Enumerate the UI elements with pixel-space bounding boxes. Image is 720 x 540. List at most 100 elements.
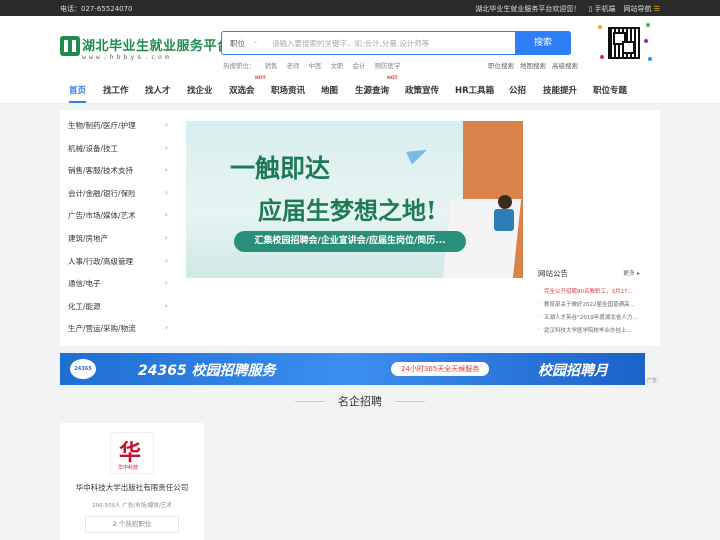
nav-job-fair-label: 双选会: [229, 86, 255, 96]
category-label: 生物/制药/医疗/护理: [68, 121, 136, 130]
nav-skills[interactable]: 技能提升: [543, 84, 577, 96]
nav-job-fair[interactable]: 双选会 HOT: [229, 76, 266, 96]
more-link[interactable]: 更多 ▸: [623, 268, 640, 277]
category-item[interactable]: 生物/制药/医疗/护理 ›: [68, 120, 168, 143]
announcements-title: 网站公告: [538, 269, 568, 278]
decor-dot: [600, 55, 604, 59]
hot-search-item[interactable]: 中医: [309, 60, 322, 70]
banner-subheadline: 应届生梦想之地!: [258, 196, 437, 225]
mobile-link-label: 手机端: [594, 5, 616, 13]
announcement-item[interactable]: 完全公开招聘90名教职工，3月27...: [538, 287, 646, 300]
main-panel: 生物/制药/医疗/护理 › 机械/设备/技工 › 销售/客服/技术支持 › 会计/金融…: [60, 110, 660, 346]
nav-find-talent[interactable]: 找人才: [145, 84, 171, 96]
job-search-link[interactable]: 职位搜索: [488, 60, 514, 70]
logo-url: www.hbbys.com: [82, 53, 172, 61]
nav-public-recruit[interactable]: 公招: [509, 84, 526, 96]
hot-search-label: 热搜职位：: [223, 62, 256, 70]
chevron-right-icon: ›: [164, 323, 168, 333]
person-illustration: [498, 195, 512, 209]
site-logo[interactable]: 湖北毕业生就业服务平台 www.hbbys.com: [60, 34, 230, 66]
chevron-right-icon: ›: [164, 278, 168, 288]
hot-search-item[interactable]: 文职: [331, 60, 344, 70]
search-input[interactable]: [272, 35, 512, 51]
ad-service-pill: 24小时365天全天候服务: [391, 362, 490, 376]
hot-badge: HOT: [387, 76, 398, 81]
mobile-link[interactable]: ▯ 手机端: [588, 4, 615, 14]
company-meta: 200-500人 广告/市场/媒体/艺术: [92, 503, 172, 509]
category-label: 机械/设备/技工: [68, 143, 119, 153]
company-card[interactable]: 华 华中科技 华中科技大学出版社有限责任公司 200-500人 广告/市场/媒体…: [60, 423, 204, 540]
site-nav-link[interactable]: 网站导航 ☰: [623, 4, 660, 14]
map-search-link[interactable]: 地图搜索: [520, 60, 546, 70]
decor-dot: [598, 25, 602, 29]
category-label: 销售/客服/技术支持: [68, 166, 134, 176]
category-item[interactable]: 人事/行政/高级管理 ›: [68, 256, 168, 279]
category-item[interactable]: 机械/设备/技工 ›: [68, 143, 168, 166]
announcement-item[interactable]: 五湖人才英谷“2019年度湖北省人力...: [538, 313, 646, 326]
category-label: 广告/市场/媒体/艺术: [68, 211, 136, 221]
building-illustration: [463, 121, 523, 278]
hero-banner[interactable]: 一触即达 应届生梦想之地! 汇集校园招聘会/企业宣讲会/应届生岗位/简历...: [186, 121, 523, 278]
chevron-right-icon: ›: [164, 255, 168, 265]
main-nav: 首页 找工作 找人才 找企业 双选会 HOT 职场资讯 地图 生源查询 HOT 政策…: [0, 76, 720, 104]
hot-badge: HOT: [255, 76, 266, 81]
hot-search: 热搜职位： 销售 老师 中医 文职 会计 预防医学: [223, 60, 401, 70]
nav-career-news[interactable]: 职场资讯: [271, 84, 305, 96]
banner-tagline: 汇集校园招聘会/企业宣讲会/应届生岗位/简历...: [234, 231, 466, 252]
ad-banner[interactable]: 24365 24365 校园招聘服务 24小时365天全天候服务 校园招聘月: [60, 353, 645, 385]
nav-find-job[interactable]: 找工作: [103, 84, 129, 96]
hot-search-item[interactable]: 销售: [265, 60, 278, 70]
company-name[interactable]: 华中科技大学出版社有限责任公司: [60, 482, 204, 493]
welcome-text: 湖北毕业生就业服务平台欢迎您！: [475, 5, 581, 13]
announcement-item[interactable]: 教育部关于做好2022届全国普通高...: [538, 300, 646, 313]
category-item[interactable]: 广告/市场/媒体/艺术 ›: [68, 210, 168, 233]
more-link-label: 更多: [623, 270, 636, 277]
category-label: 生产/营运/采购/物流: [68, 324, 136, 334]
category-item[interactable]: 生产/营运/采购/物流 ›: [68, 323, 168, 346]
phone-number: 电话：027-65524070: [60, 5, 133, 13]
chevron-right-icon: ›: [164, 120, 168, 129]
menu-icon: ☰: [651, 5, 660, 13]
hot-jobs-button[interactable]: 2 个热招职位: [85, 516, 179, 533]
category-label: 会计/金融/银行/保险: [68, 188, 136, 198]
search-links: 职位搜索 地图搜索 高级搜索: [488, 60, 578, 70]
category-item[interactable]: 通信/电子 ›: [68, 278, 168, 301]
banner-headline: 一触即达: [230, 154, 331, 183]
nav-home[interactable]: 首页: [69, 84, 87, 103]
top-bar-right: 湖北毕业生就业服务平台欢迎您！ ▯ 手机端 网站导航 ☰: [475, 4, 660, 14]
chevron-down-icon[interactable]: ⌄: [253, 38, 258, 45]
announcement-item[interactable]: 武汉科技大学医学院校毕业办挂上...: [538, 326, 646, 339]
ad-title: 24365 校园招聘服务: [138, 363, 276, 379]
nav-student-query[interactable]: 生源查询 HOT: [355, 76, 398, 96]
nav-map[interactable]: 地图: [321, 84, 338, 96]
hot-search-item[interactable]: 老师: [287, 60, 300, 70]
nav-policy[interactable]: 政策宣传: [405, 84, 439, 96]
hot-jobs-label: 个热招职位: [118, 520, 152, 528]
hot-search-item[interactable]: 会计: [353, 60, 366, 70]
chevron-right-icon: ›: [164, 142, 168, 152]
header: 湖北毕业生就业服务平台 www.hbbys.com 职位 ⌄ 搜索 热搜职位： …: [0, 16, 720, 78]
qr-code: [596, 21, 654, 65]
paper-plane-icon: [405, 143, 431, 165]
chevron-right-icon: ›: [164, 300, 168, 310]
logo-mark-icon: [60, 36, 80, 56]
category-label: 人事/行政/高级管理: [68, 256, 134, 266]
category-item[interactable]: 建筑/房地产 ›: [68, 233, 168, 256]
nav-job-topics[interactable]: 职位专题: [593, 84, 627, 96]
category-item[interactable]: 销售/客服/技术支持 ›: [68, 165, 168, 188]
advanced-search-link[interactable]: 高级搜索: [552, 60, 578, 70]
decor-dot: [644, 39, 648, 43]
category-item[interactable]: 化工/能源 ›: [68, 301, 168, 324]
nav-find-company[interactable]: 找企业: [187, 84, 213, 96]
search-category-select[interactable]: 职位: [230, 38, 245, 49]
nav-hr-toolbox[interactable]: HR工具箱: [455, 84, 494, 96]
company-logo: 华 华中科技: [110, 432, 154, 474]
search-button[interactable]: 搜索: [515, 31, 571, 55]
category-label: 建筑/房地产: [68, 233, 109, 243]
chevron-right-icon: ›: [164, 210, 168, 220]
chevron-right-icon: ›: [164, 232, 168, 242]
hot-search-item[interactable]: 预防医学: [375, 60, 401, 70]
announcement-list: 完全公开招聘90名教职工，3月27... 教育部关于做好2022届全国普通高..…: [538, 287, 646, 339]
qr-code-icon: [608, 27, 640, 59]
category-item[interactable]: 会计/金融/银行/保险 ›: [68, 188, 168, 211]
